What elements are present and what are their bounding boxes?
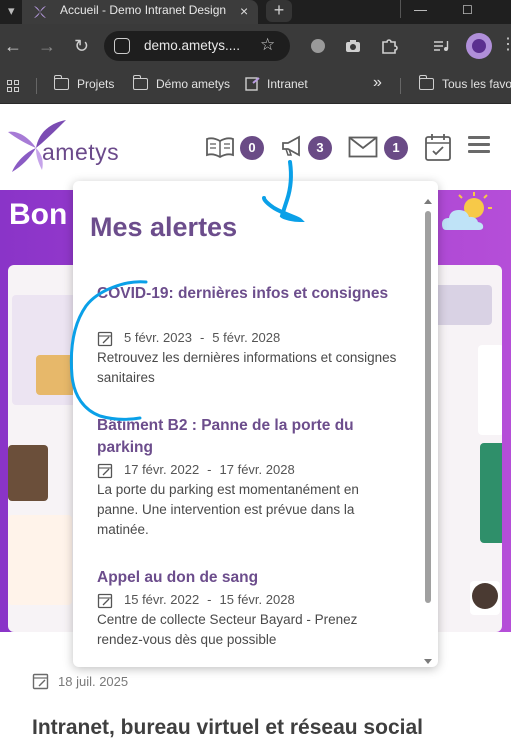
scrollbar-thumb[interactable] xyxy=(425,211,431,603)
tab-title: Accueil - Demo Intranet Design xyxy=(60,3,227,17)
extension-circle-icon[interactable] xyxy=(309,37,327,55)
alert-title[interactable]: COVID-19: dernières infos et consignes xyxy=(97,283,397,305)
star-icon[interactable]: ☆ xyxy=(260,35,275,55)
preview-avatar xyxy=(472,583,498,609)
bookmarks-bar: Projets Démo ametys Intranet » Tous les … xyxy=(0,68,511,104)
scroll-down-arrow-icon[interactable] xyxy=(424,659,432,664)
scroll-up-arrow-icon[interactable] xyxy=(424,199,432,204)
address-bar[interactable]: demo.ametys.... ☆ xyxy=(104,31,290,61)
alert-description: Retrouvez les dernières informations et … xyxy=(97,350,397,385)
alert-dates: 5 févr. 2023 - 5 févr. 2028 xyxy=(97,329,280,347)
alerts-popup: Mes alertes COVID-19: dernières infos et… xyxy=(73,181,438,667)
intranet-favicon-icon xyxy=(245,77,260,91)
preview-thumbnail xyxy=(478,345,502,435)
calendar-icon[interactable] xyxy=(424,132,452,162)
url-text: demo.ametys.... xyxy=(144,38,241,53)
browser-tab-bar: ▾ Accueil - Demo Intranet Design × + — ☐ xyxy=(0,0,511,24)
popup-scrollbar[interactable] xyxy=(423,199,433,667)
bookmark-all-favorites[interactable]: Tous les favo xyxy=(418,75,511,91)
minimize-icon[interactable]: — xyxy=(414,0,427,20)
logo-text[interactable]: ametys xyxy=(42,139,119,166)
apps-grid-icon[interactable] xyxy=(7,80,20,93)
alert-dates: 15 févr. 2022 - 15 févr. 2028 xyxy=(97,591,295,609)
alert-dates: 17 févr. 2022 - 17 févr. 2028 xyxy=(97,461,295,479)
reload-icon[interactable]: ↻ xyxy=(74,35,89,57)
popup-title: Mes alertes xyxy=(90,212,238,242)
site-header: ametys 0 3 1 xyxy=(0,104,511,190)
site-info-icon[interactable] xyxy=(114,38,130,54)
browser-tab[interactable]: Accueil - Demo Intranet Design × xyxy=(22,0,258,24)
media-control-icon[interactable] xyxy=(432,37,450,55)
sun-cloud-icon xyxy=(442,192,492,230)
calendar-edit-icon xyxy=(97,593,113,608)
alert-start-date: 17 févr. 2022 xyxy=(124,462,200,477)
profile-avatar[interactable] xyxy=(466,33,492,59)
alert-start-date: 5 févr. 2023 xyxy=(124,330,192,345)
preview-thumbnail xyxy=(480,443,502,543)
browser-menu-icon[interactable]: ⋮ xyxy=(500,36,511,54)
ametys-favicon-icon xyxy=(34,6,46,18)
menu-icon[interactable] xyxy=(468,136,490,154)
alert-end-date: 15 févr. 2028 xyxy=(219,592,295,607)
browser-toolbar: ← → ↻ demo.ametys.... ☆ ⋮ xyxy=(0,24,511,68)
extension-puzzle-icon[interactable] xyxy=(380,37,398,55)
calendar-edit-icon xyxy=(97,331,113,346)
alert-title[interactable]: Bâtiment B2 : Panne de la porte du parki… xyxy=(97,415,397,459)
calendar-edit-icon xyxy=(97,463,113,478)
calendar-edit-icon xyxy=(32,673,49,690)
date-separator: - xyxy=(199,330,205,345)
preview-thumbnail xyxy=(8,515,72,605)
date-separator: - xyxy=(207,462,212,477)
alert-start-date: 15 févr. 2022 xyxy=(124,592,200,607)
news-count-badge: 0 xyxy=(240,136,264,160)
alerts-count-badge: 3 xyxy=(308,136,332,160)
folder-icon xyxy=(132,75,148,90)
alert-description: La porte du parking est momentanément en… xyxy=(97,482,359,537)
bookmark-intranet[interactable]: Intranet xyxy=(245,77,308,91)
book-icon[interactable] xyxy=(205,135,235,159)
window-divider xyxy=(400,0,401,18)
date-separator: - xyxy=(207,592,212,607)
megaphone-icon[interactable] xyxy=(280,134,306,158)
bookmark-demo-ametys[interactable]: Démo ametys xyxy=(132,75,230,91)
messages-count-badge: 1 xyxy=(384,136,408,160)
forward-arrow-icon[interactable]: → xyxy=(38,35,56,57)
folder-icon xyxy=(418,75,434,90)
alert-description: Centre de collecte Secteur Bayard - Pren… xyxy=(97,612,358,647)
alert-end-date: 17 févr. 2028 xyxy=(219,462,295,477)
alert-end-date: 5 févr. 2028 xyxy=(212,330,281,345)
preview-thumbnail xyxy=(8,445,48,501)
hero-greeting: Bon xyxy=(9,198,68,231)
bookmark-divider xyxy=(400,78,401,94)
bookmark-projets[interactable]: Projets xyxy=(53,75,114,91)
alert-title[interactable]: Appel au don de sang xyxy=(97,567,397,589)
new-tab-button[interactable]: + xyxy=(266,0,292,22)
folder-icon xyxy=(53,75,69,90)
article-title[interactable]: Intranet, bureau virtuel et réseau socia… xyxy=(32,716,423,740)
bookmark-divider xyxy=(36,78,37,94)
tab-search-icon[interactable]: ▾ xyxy=(8,3,15,19)
bookmarks-overflow-button[interactable]: » xyxy=(373,74,382,92)
camera-icon[interactable] xyxy=(344,37,362,55)
tab-close-icon[interactable]: × xyxy=(240,3,248,19)
maximize-icon[interactable]: ☐ xyxy=(462,0,473,20)
mail-icon[interactable] xyxy=(348,136,378,158)
back-arrow-icon[interactable]: ← xyxy=(4,35,22,57)
article-date: 18 juil. 2025 xyxy=(58,674,129,689)
